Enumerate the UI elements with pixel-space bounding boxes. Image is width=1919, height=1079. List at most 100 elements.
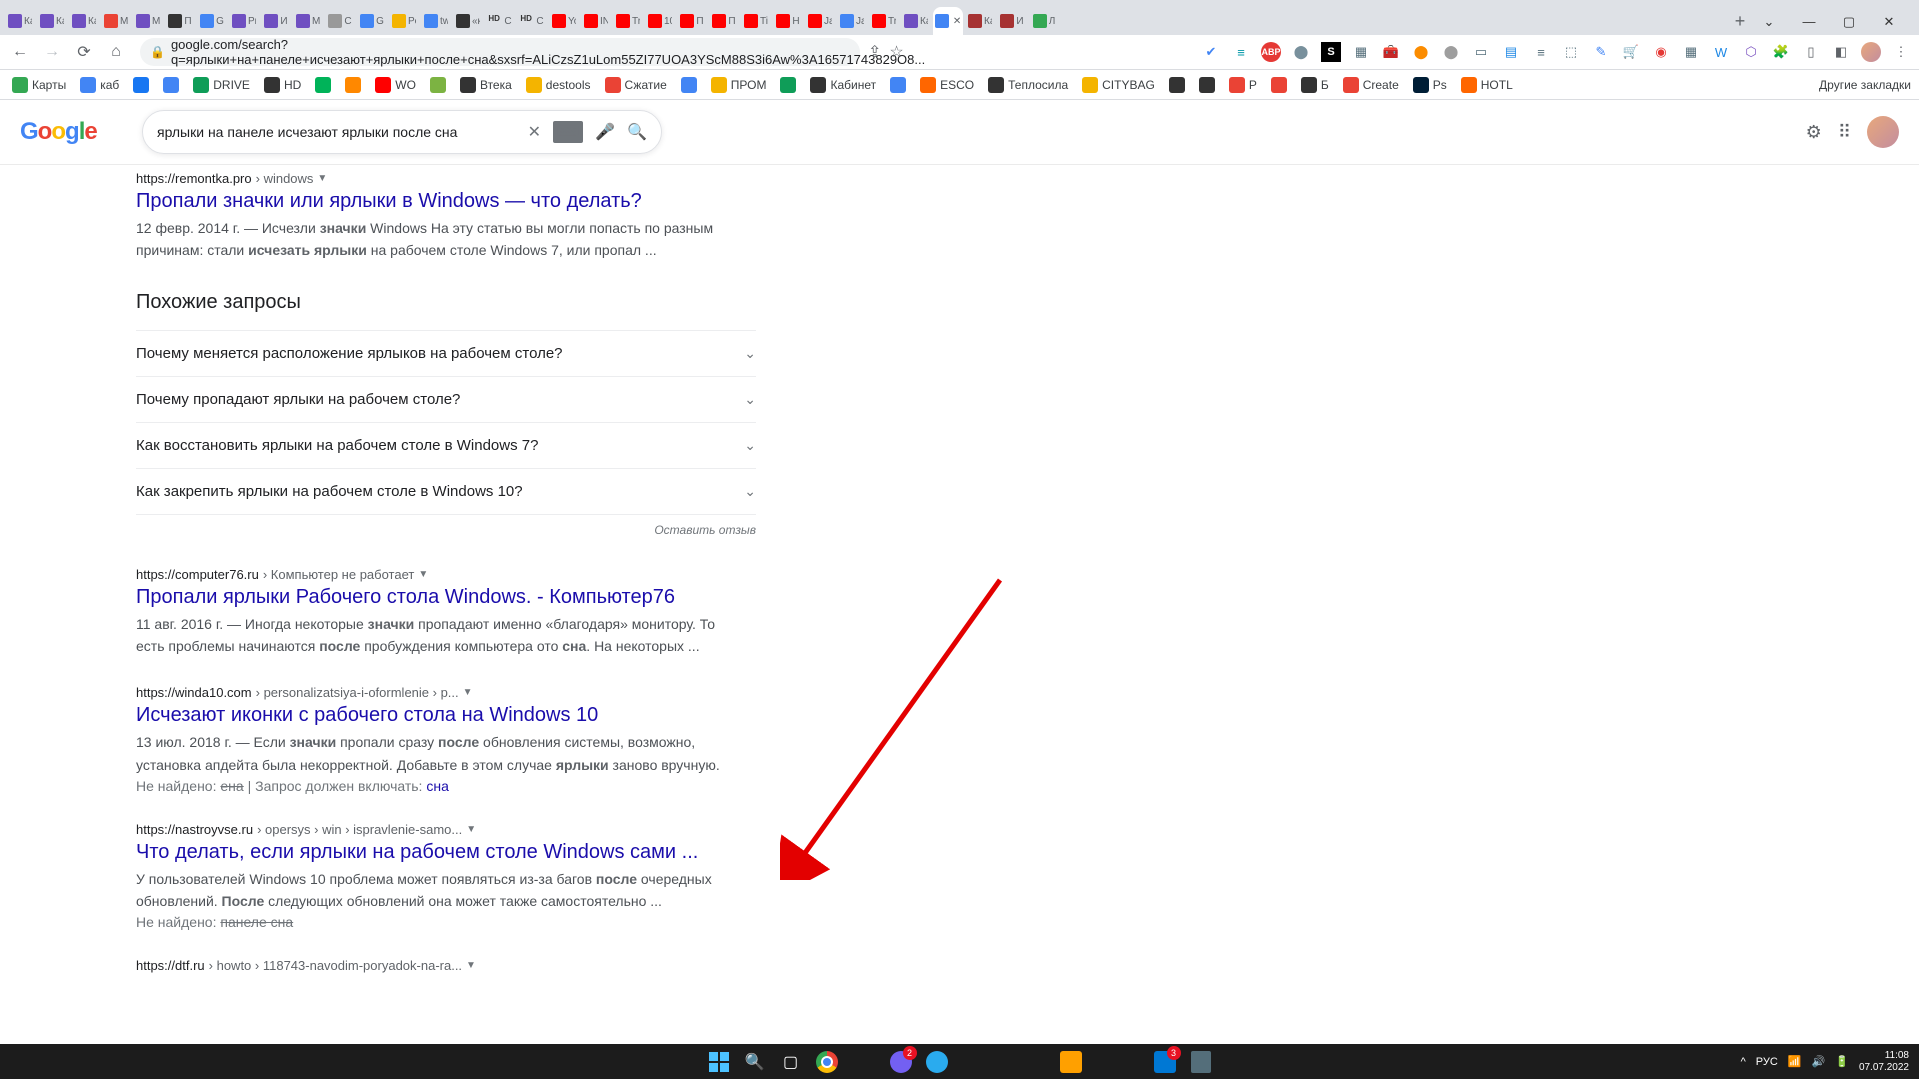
reading-list-icon[interactable]: ▯ <box>1801 42 1821 62</box>
bookmark-item[interactable]: Карты <box>8 75 70 95</box>
share-icon[interactable]: ⇪ <box>868 42 881 62</box>
bookmark-item[interactable]: Ps <box>1409 75 1451 95</box>
apps-icon[interactable]: ⠿ <box>1838 122 1851 143</box>
result-url[interactable]: https://winda10.com › personalizatsiya-i… <box>136 685 736 700</box>
url-field[interactable]: 🔒 google.com/search?q=ярлыки+на+панеле+и… <box>140 38 860 66</box>
browser-tab[interactable]: Ка <box>901 7 931 35</box>
window-minimize[interactable]: — <box>1794 14 1824 30</box>
search-input[interactable] <box>157 124 516 140</box>
ext-icon[interactable]: 🧰 <box>1381 42 1401 62</box>
related-search-item[interactable]: Как закрепить ярлыки на рабочем столе в … <box>136 469 756 515</box>
ext-icon[interactable]: S <box>1321 42 1341 62</box>
ext-icon-adblock[interactable]: ABP <box>1261 42 1281 62</box>
forward-button[interactable]: → <box>40 43 64 61</box>
bookmark-item[interactable]: Сжатие <box>601 75 671 95</box>
chrome-menu-chevron[interactable]: ⌄ <box>1754 14 1784 30</box>
clear-icon[interactable]: ✕ <box>528 122 541 142</box>
browser-tab[interactable]: IN <box>581 7 611 35</box>
bookmark-item[interactable] <box>1267 75 1291 95</box>
search-box[interactable]: ✕ ⌨ 🎤 🔍 <box>142 110 662 154</box>
browser-tab[interactable]: tw <box>421 7 451 35</box>
browser-tab[interactable]: Pr <box>229 7 259 35</box>
browser-tab[interactable]: «к <box>453 7 483 35</box>
browser-tab[interactable]: G <box>197 7 227 35</box>
extensions-button[interactable]: 🧩 <box>1771 42 1791 62</box>
language-indicator[interactable]: РУС <box>1756 1056 1778 1068</box>
bookmark-item[interactable]: каб <box>76 75 123 95</box>
result-title[interactable]: Пропали значки или ярлыки в Windows — чт… <box>136 190 736 213</box>
browser-tab[interactable]: М <box>293 7 323 35</box>
start-button[interactable] <box>705 1048 733 1076</box>
back-button[interactable]: ← <box>8 43 32 61</box>
related-search-item[interactable]: Почему меняется расположение ярлыков на … <box>136 330 756 377</box>
window-maximize[interactable]: ▢ <box>1834 14 1864 30</box>
browser-tab[interactable]: Л <box>1029 7 1059 35</box>
bookmark-item[interactable] <box>311 75 335 95</box>
bookmark-item[interactable]: CITYBAG <box>1078 75 1159 95</box>
chrome-menu[interactable]: ⋮ <box>1891 42 1911 62</box>
wifi-icon[interactable]: 📶 <box>1788 1055 1802 1068</box>
browser-tab[interactable]: Ja <box>837 7 867 35</box>
other-bookmarks[interactable]: Другие закладки <box>1815 78 1911 92</box>
calculator-taskbar-icon[interactable] <box>1187 1048 1215 1076</box>
bookmark-item[interactable]: Кабинет <box>806 75 880 95</box>
battery-icon[interactable]: 🔋 <box>1835 1055 1849 1068</box>
tray-chevron[interactable]: ^ <box>1741 1056 1746 1068</box>
bookmark-item[interactable] <box>129 75 153 95</box>
volume-icon[interactable]: 🔊 <box>1812 1055 1826 1068</box>
bookmark-item[interactable]: WO <box>371 75 420 95</box>
ext-icon[interactable]: ⬚ <box>1561 42 1581 62</box>
ext-icon[interactable]: ✎ <box>1591 42 1611 62</box>
bookmark-item[interactable]: Р <box>1225 75 1261 95</box>
browser-tab[interactable]: G <box>357 7 387 35</box>
bookmark-item[interactable]: HD <box>260 75 305 95</box>
bookmark-item[interactable] <box>677 75 701 95</box>
ext-icon[interactable]: ⬤ <box>1411 42 1431 62</box>
result-title[interactable]: Исчезают иконки с рабочего стола на Wind… <box>136 704 736 727</box>
result-title[interactable]: Пропали ярлыки Рабочего стола Windows. -… <box>136 586 736 609</box>
ext-icon[interactable]: ≡ <box>1231 42 1251 62</box>
browser-tab[interactable]: Ti <box>741 7 771 35</box>
result-title[interactable]: Что делать, если ярлыки на рабочем столе… <box>136 841 736 864</box>
feedback-taskbar-icon[interactable]: 3 <box>1151 1048 1179 1076</box>
ext-icon[interactable]: ⬤ <box>1441 42 1461 62</box>
result-url[interactable]: https://dtf.ru › howto › 118743-navodim-… <box>136 958 736 973</box>
account-avatar[interactable] <box>1867 116 1899 148</box>
bookmark-item[interactable] <box>1165 75 1189 95</box>
browser-tab[interactable]: П <box>677 7 707 35</box>
bookmark-item[interactable]: DRIVE <box>189 75 254 95</box>
bookmark-item[interactable]: ESCO <box>916 75 978 95</box>
ext-icon[interactable]: 🛒 <box>1621 42 1641 62</box>
browser-tab[interactable]: HDC <box>485 7 515 35</box>
viber-taskbar-icon[interactable]: 2 <box>887 1048 915 1076</box>
feedback-link[interactable]: Оставить отзыв <box>136 523 756 537</box>
profile-avatar[interactable] <box>1861 42 1881 62</box>
bookmark-item[interactable]: Втека <box>456 75 516 95</box>
bookmark-item[interactable] <box>159 75 183 95</box>
browser-tab[interactable]: И <box>997 7 1027 35</box>
browser-tab[interactable]: М <box>133 7 163 35</box>
ext-icon[interactable]: ◉ <box>1651 42 1671 62</box>
browser-tab[interactable]: HDC <box>517 7 547 35</box>
browser-tab[interactable]: 10 <box>645 7 675 35</box>
bookmark-item[interactable] <box>776 75 800 95</box>
chrome-taskbar-icon[interactable] <box>813 1048 841 1076</box>
browser-tab[interactable]: М <box>101 7 131 35</box>
ext-icon[interactable]: W <box>1711 42 1731 62</box>
search-icon[interactable]: 🔍 <box>627 122 647 142</box>
browser-tab[interactable]: И <box>261 7 291 35</box>
ext-icon[interactable]: ▤ <box>1501 42 1521 62</box>
browser-tab[interactable]: П <box>165 7 195 35</box>
browser-tab[interactable]: Yo <box>549 7 579 35</box>
browser-tab[interactable]: П <box>709 7 739 35</box>
ext-icon[interactable]: ⬤ <box>1291 42 1311 62</box>
browser-tab[interactable]: Tr <box>613 7 643 35</box>
browser-tab[interactable]: С <box>325 7 355 35</box>
bookmark-item[interactable]: Теплосила <box>984 75 1072 95</box>
search-taskbar-icon[interactable]: 🔍 <box>741 1048 769 1076</box>
bookmark-item[interactable] <box>341 75 365 95</box>
browser-tab[interactable]: яр✕ <box>933 7 963 35</box>
ext-icon[interactable]: ✔ <box>1201 42 1221 62</box>
related-search-item[interactable]: Почему пропадают ярлыки на рабочем столе… <box>136 377 756 423</box>
browser-tab[interactable]: Ja <box>805 7 835 35</box>
